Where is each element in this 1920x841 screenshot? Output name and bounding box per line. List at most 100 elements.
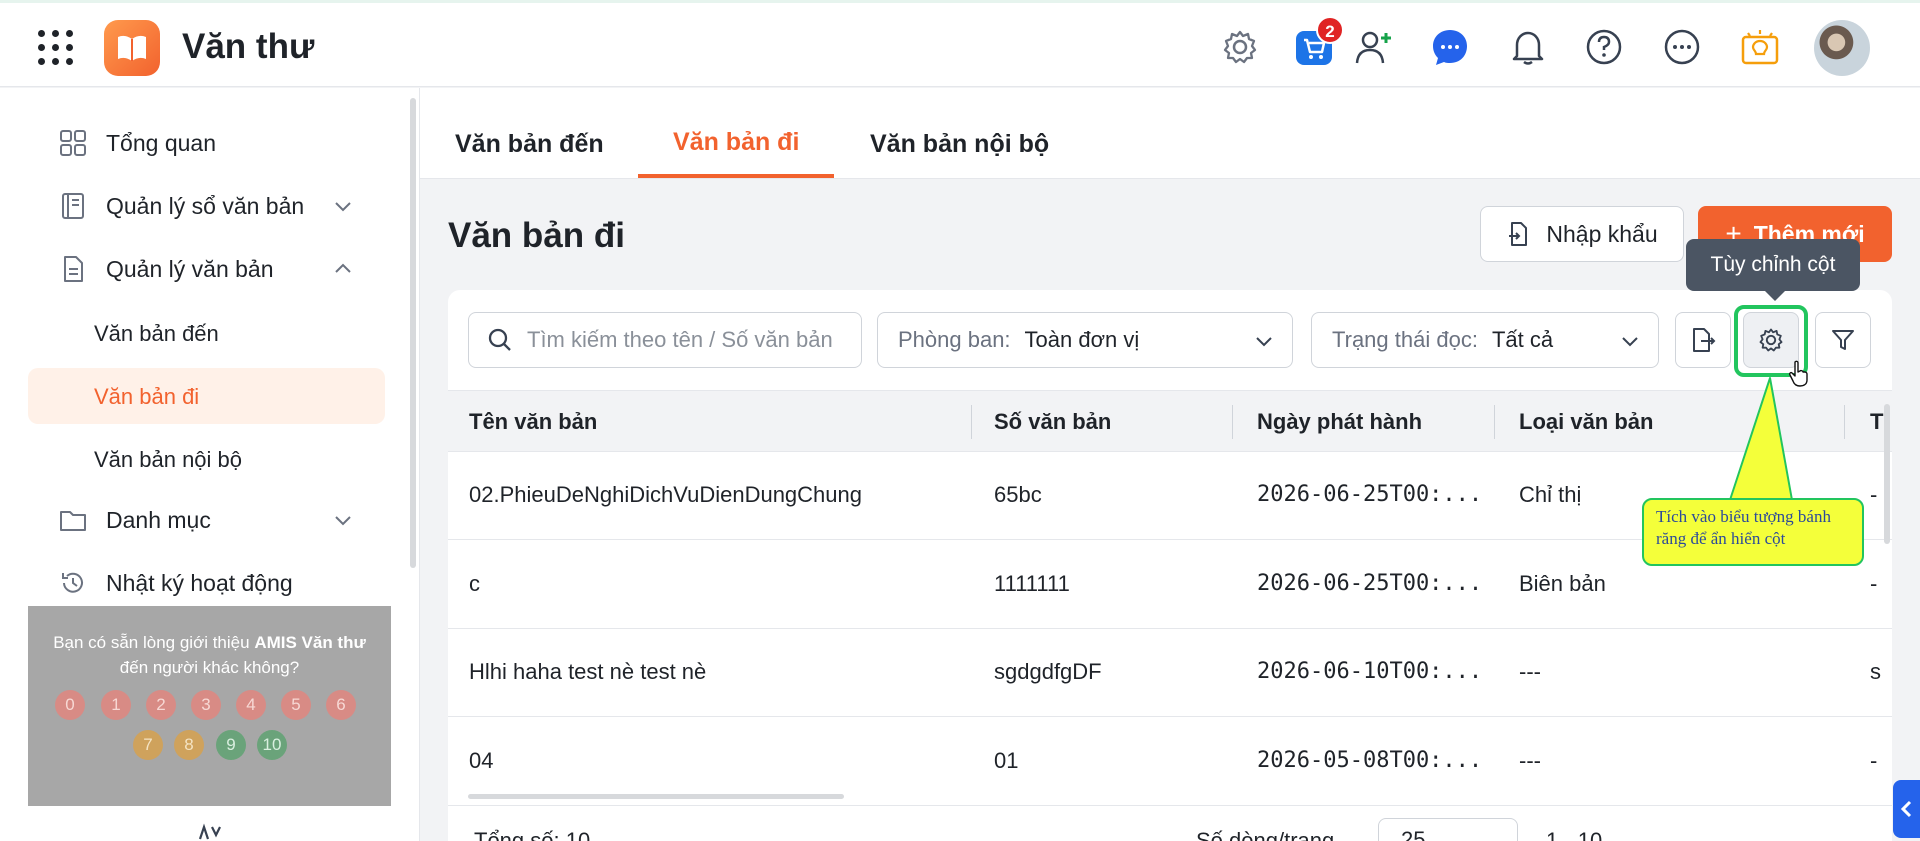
table-row[interactable]: Hlhi haha test nè test nè sgdgdfgDF 2026… [448,629,1892,717]
vertical-scrollbar[interactable] [1884,404,1890,544]
department-filter[interactable]: Phòng ban: Toàn đơn vị [877,312,1293,368]
tab-outgoing[interactable]: Văn bản đi [673,128,799,157]
column-divider[interactable] [1232,405,1233,439]
table-cell: 1111111 [994,571,1070,596]
read-status-filter-value: Tất cả [1491,327,1554,352]
table-cell: 04 [469,748,494,773]
filter-button[interactable] [1815,312,1871,368]
score-9[interactable]: 9 [216,730,246,760]
import-button[interactable]: Nhập khẩu [1480,206,1684,262]
column-header[interactable]: Ngày phát hành [1257,409,1422,435]
score-5[interactable]: 5 [281,690,311,720]
sidebar-item-overview[interactable]: Tổng quan [58,123,216,163]
chevron-down-icon [1622,337,1638,347]
app-grid-icon[interactable] [38,30,74,66]
sidebar-item-categories[interactable]: Danh mục [58,500,211,540]
collapse-side-panel-button[interactable] [1893,780,1920,838]
help-icon[interactable] [1584,27,1624,67]
more-icon[interactable] [1662,27,1702,67]
table-cell: Chỉ thị [1519,482,1582,507]
score-10[interactable]: 10 [257,730,287,760]
add-user-icon[interactable] [1354,27,1394,67]
score-3[interactable]: 3 [191,690,221,720]
sparkle-icon [198,823,221,840]
sidebar-item-label: Quản lý sổ văn bản [106,192,305,219]
sidebar-sub-item-incoming[interactable]: Văn bản đến [94,321,219,347]
page-title: Văn bản đi [448,216,625,255]
table-cell: 2026-06-10T00:... [1257,659,1483,684]
chevron-down-icon[interactable] [330,507,356,533]
table-cell: 01 [994,748,1019,773]
column-header[interactable]: Loại văn bản [1519,409,1653,435]
chat-icon[interactable] [1430,27,1470,67]
folder-icon [60,511,86,531]
table-cell: 65bc [994,482,1042,507]
sidebar-item-documents[interactable]: Quản lý văn bản [58,249,274,289]
table-cell: 2026-06-25T00:... [1257,482,1483,507]
score-6[interactable]: 6 [326,690,356,720]
department-filter-label: Phòng ban: [898,327,1011,352]
avatar[interactable] [1814,20,1870,76]
page-range: 1 - 10 [1546,828,1603,841]
table-cell: s [1870,659,1881,684]
cart-badge: 2 [1316,16,1344,44]
chevron-down-icon [1256,337,1272,347]
top-bar: Văn thư 2 [0,0,1920,87]
export-button[interactable] [1675,312,1731,368]
history-icon [62,572,83,593]
export-icon [1693,328,1716,352]
search-box[interactable] [468,312,862,368]
nps-survey-overlay: Bạn có sẵn lòng giới thiệu AMIS Văn thư … [28,606,391,806]
read-status-filter-label: Trạng thái đọc: [1332,327,1478,352]
document-icon [64,256,83,282]
score-4[interactable]: 4 [236,690,266,720]
table-cell: - [1870,571,1878,596]
app-logo [104,20,160,76]
sidebar-sub-item-outgoing-highlight[interactable] [28,368,385,424]
column-header[interactable]: Số văn bản [994,409,1111,435]
tab-incoming[interactable]: Văn bản đến [455,130,604,159]
import-icon [1509,222,1528,246]
annotation-callout: Tích vào biểu tượng bánh răng để ẩn hiển… [1642,498,1864,566]
sidebar-item-register-books[interactable]: Quản lý sổ văn bản [58,186,304,226]
sidebar-item-label: Tổng quan [106,129,216,156]
table-cell: - [1870,482,1878,507]
idea-board-icon[interactable] [1740,27,1780,67]
score-0[interactable]: 0 [55,690,85,720]
chevron-down-icon[interactable] [330,193,356,219]
score-7[interactable]: 7 [133,730,163,760]
column-divider[interactable] [1844,405,1845,439]
column-header[interactable]: Tên văn bản [469,409,597,435]
table-cell: 2026-06-25T00:... [1257,571,1483,596]
book-icon [62,193,84,219]
score-2[interactable]: 2 [146,690,176,720]
search-input[interactable] [527,327,847,353]
score-8[interactable]: 8 [174,730,204,760]
sidebar-item-activity-log[interactable]: Nhật ký hoạt động [58,563,293,603]
sidebar-item-label: Nhật ký hoạt động [106,569,293,596]
dashboard-icon [60,130,86,156]
horizontal-scrollbar[interactable] [468,794,844,799]
column-divider[interactable] [1494,405,1495,439]
table-row[interactable]: 04 01 2026-05-08T00:... --- - [448,718,1892,806]
table-cell: - [1870,748,1878,773]
sidebar-scrollbar[interactable] [410,98,416,568]
department-filter-value: Toàn đơn vị [1024,327,1140,352]
read-status-filter[interactable]: Trạng thái đọc: Tất cả [1311,312,1659,368]
chevron-up-icon[interactable] [330,256,356,282]
rows-per-page-select[interactable]: 25 [1378,818,1518,841]
sidebar: Tổng quan Quản lý sổ văn bản Quản lý văn… [0,88,420,841]
score-1[interactable]: 1 [101,690,131,720]
column-header[interactable]: T [1870,409,1883,435]
sidebar-sub-item-internal[interactable]: Văn bản nội bộ [94,447,242,473]
table-cell: Hlhi haha test nè test nè [469,659,707,684]
settings-icon[interactable] [1220,27,1260,67]
table-cell: --- [1519,659,1541,684]
tab-bar: Văn bản đến Văn bản đi Văn bản nội bộ [420,88,1920,179]
table-cell: Biên bản [1519,571,1606,596]
column-divider[interactable] [971,405,972,439]
sidebar-item-label: Danh mục [106,506,211,533]
tab-internal[interactable]: Văn bản nội bộ [870,130,1049,159]
sidebar-sub-item-outgoing[interactable]: Văn bản đi [94,384,199,410]
bell-icon[interactable] [1508,27,1548,67]
